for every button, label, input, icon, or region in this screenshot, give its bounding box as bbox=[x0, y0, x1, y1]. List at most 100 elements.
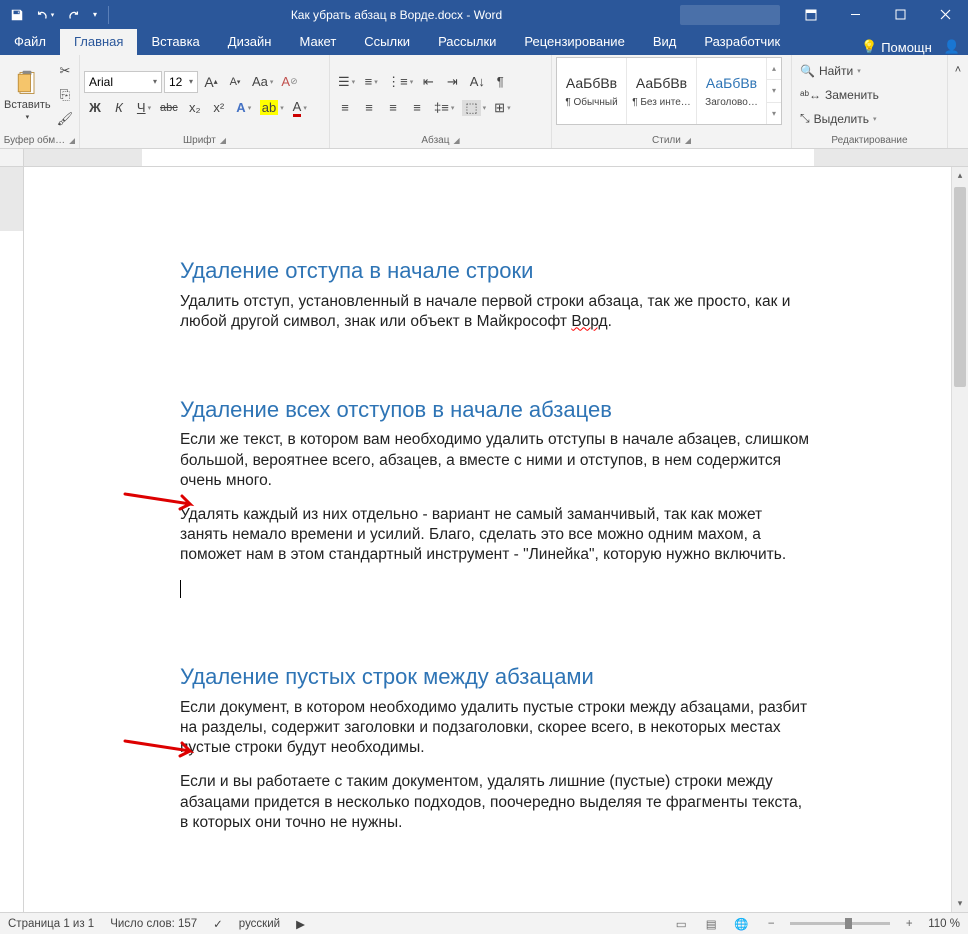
view-print-layout[interactable]: ▤ bbox=[700, 915, 722, 933]
styles-scroll-down[interactable]: ▾ bbox=[767, 79, 781, 101]
status-language[interactable]: русский bbox=[239, 918, 280, 930]
zoom-knob[interactable] bbox=[845, 918, 852, 929]
ribbon-display-options[interactable] bbox=[788, 0, 833, 29]
bullets-button[interactable]: ☰▾ bbox=[334, 71, 357, 93]
sort-button[interactable]: A↓ bbox=[465, 71, 487, 93]
close-button[interactable] bbox=[923, 0, 968, 29]
styles-gallery[interactable]: АаБбВв ¶ Обычный АаБбВв ¶ Без инте… АаБб… bbox=[556, 57, 782, 125]
font-size-combo[interactable]: 12▾ bbox=[164, 71, 198, 93]
annotation-arrow-2 bbox=[120, 733, 210, 770]
zoom-slider[interactable] bbox=[790, 922, 890, 925]
style-preview: АаБбВв bbox=[566, 75, 617, 91]
zoom-out[interactable]: − bbox=[760, 915, 782, 933]
increase-indent-button[interactable]: ⇥ bbox=[441, 71, 463, 93]
cut-button[interactable]: ✂ bbox=[53, 60, 78, 82]
tab-view[interactable]: Вид bbox=[639, 29, 691, 55]
maximize-button[interactable] bbox=[878, 0, 923, 29]
show-marks-button[interactable]: ¶ bbox=[489, 71, 511, 93]
status-words[interactable]: Число слов: 157 bbox=[110, 918, 197, 930]
style-normal[interactable]: АаБбВв ¶ Обычный bbox=[557, 58, 627, 124]
decrease-indent-button[interactable]: ⇤ bbox=[417, 71, 439, 93]
font-group-label: Шрифт bbox=[183, 135, 216, 146]
styles-expand[interactable]: ▾ bbox=[767, 102, 781, 124]
highlight-button[interactable]: ab▾ bbox=[256, 97, 286, 119]
superscript-button[interactable]: x² bbox=[208, 97, 230, 119]
grow-font-button[interactable]: A▴ bbox=[200, 71, 222, 93]
zoom-in[interactable]: + bbox=[898, 915, 920, 933]
change-case-button[interactable]: Aa▾ bbox=[248, 71, 275, 93]
tab-insert[interactable]: Вставка bbox=[137, 29, 213, 55]
scroll-down[interactable]: ▾ bbox=[952, 895, 968, 912]
document-area[interactable]: Удаление отступа в начале строки Удалить… bbox=[24, 167, 951, 912]
align-right-button[interactable]: ≡ bbox=[382, 97, 404, 119]
qat-redo[interactable] bbox=[60, 3, 86, 27]
align-center-button[interactable]: ≡ bbox=[358, 97, 380, 119]
font-name-value: Arial bbox=[89, 75, 113, 89]
tab-file[interactable]: Файл bbox=[0, 29, 60, 55]
line-spacing-button[interactable]: ‡≡▾ bbox=[430, 97, 456, 119]
qat-save[interactable] bbox=[4, 3, 30, 27]
tab-home[interactable]: Главная bbox=[60, 29, 137, 55]
clear-format-button[interactable]: A⊘ bbox=[277, 71, 301, 93]
italic-button[interactable]: К bbox=[108, 97, 130, 119]
shrink-font-button[interactable]: A▾ bbox=[224, 71, 246, 93]
find-button[interactable]: 🔍Найти▾ bbox=[796, 60, 883, 82]
font-name-combo[interactable]: Arial▾ bbox=[84, 71, 162, 93]
qat-customize[interactable]: ▾ bbox=[88, 3, 102, 27]
paste-button[interactable]: Вставить ▾ bbox=[4, 57, 51, 132]
collapse-ribbon[interactable]: ˄ bbox=[947, 59, 968, 81]
numbering-button[interactable]: ≡▾ bbox=[359, 71, 381, 93]
status-page[interactable]: Страница 1 из 1 bbox=[8, 918, 94, 930]
styles-scroll-up[interactable]: ▴ bbox=[767, 58, 781, 79]
tab-review[interactable]: Рецензирование bbox=[510, 29, 638, 55]
text-cursor bbox=[180, 580, 181, 598]
select-button[interactable]: ⤡Выделить▾ bbox=[796, 108, 883, 130]
subscript-button[interactable]: x₂ bbox=[184, 97, 206, 119]
underline-button[interactable]: Ч▾ bbox=[132, 97, 154, 119]
account-icon[interactable]: 👤 bbox=[944, 39, 960, 55]
status-proofing-icon[interactable]: ✓ bbox=[213, 917, 223, 931]
tab-layout[interactable]: Макет bbox=[285, 29, 350, 55]
editing-group-label: Редактирование bbox=[831, 135, 907, 146]
scroll-thumb[interactable] bbox=[954, 187, 966, 387]
tab-developer[interactable]: Разработчик bbox=[690, 29, 794, 55]
clipboard-group-label: Буфер обм… bbox=[4, 135, 65, 146]
qat-separator bbox=[108, 6, 109, 24]
paragraph: Удалять каждый из них отдельно - вариант… bbox=[180, 505, 810, 565]
font-launcher[interactable]: ◢ bbox=[220, 136, 226, 145]
horizontal-ruler[interactable] bbox=[0, 149, 968, 167]
format-painter-button[interactable]: 🖌 bbox=[53, 108, 78, 130]
align-left-button[interactable]: ≡ bbox=[334, 97, 356, 119]
styles-launcher[interactable]: ◢ bbox=[685, 136, 691, 145]
tab-design[interactable]: Дизайн bbox=[214, 29, 286, 55]
scroll-up[interactable]: ▴ bbox=[952, 167, 968, 184]
view-web-layout[interactable]: 🌐 bbox=[730, 915, 752, 933]
shading-button[interactable]: ⬚▾ bbox=[458, 97, 488, 119]
multilevel-button[interactable]: ⋮≡▾ bbox=[383, 71, 415, 93]
style-nospace[interactable]: АаБбВв ¶ Без инте… bbox=[627, 58, 697, 124]
copy-button[interactable]: ⎘ bbox=[53, 84, 78, 106]
font-color-button[interactable]: A▾ bbox=[288, 97, 310, 119]
replace-icon: ᵃᵇ↔ bbox=[800, 88, 821, 102]
text-effects-button[interactable]: A▾ bbox=[232, 97, 254, 119]
tab-mailings[interactable]: Рассылки bbox=[424, 29, 510, 55]
tab-references[interactable]: Ссылки bbox=[350, 29, 424, 55]
zoom-level[interactable]: 110 % bbox=[928, 918, 960, 930]
view-read-mode[interactable]: ▭ bbox=[670, 915, 692, 933]
vertical-scrollbar[interactable]: ▴ ▾ bbox=[951, 167, 968, 912]
find-label: Найти bbox=[819, 64, 853, 78]
tell-me[interactable]: 💡Помощн bbox=[861, 39, 932, 55]
clipboard-launcher[interactable]: ◢ bbox=[69, 136, 75, 145]
paragraph-launcher[interactable]: ◢ bbox=[453, 136, 459, 145]
replace-button[interactable]: ᵃᵇ↔Заменить bbox=[796, 84, 883, 106]
strike-button[interactable]: abc bbox=[156, 97, 182, 119]
qat-undo[interactable]: ▾ bbox=[32, 3, 58, 27]
style-heading1[interactable]: АаБбВв Заголово… bbox=[697, 58, 767, 124]
user-badge[interactable] bbox=[680, 5, 780, 25]
minimize-button[interactable] bbox=[833, 0, 878, 29]
borders-button[interactable]: ⊞▾ bbox=[490, 97, 512, 119]
vertical-ruler[interactable] bbox=[0, 167, 24, 912]
bold-button[interactable]: Ж bbox=[84, 97, 106, 119]
status-macro-icon[interactable]: ▶ bbox=[296, 917, 305, 931]
justify-button[interactable]: ≡ bbox=[406, 97, 428, 119]
